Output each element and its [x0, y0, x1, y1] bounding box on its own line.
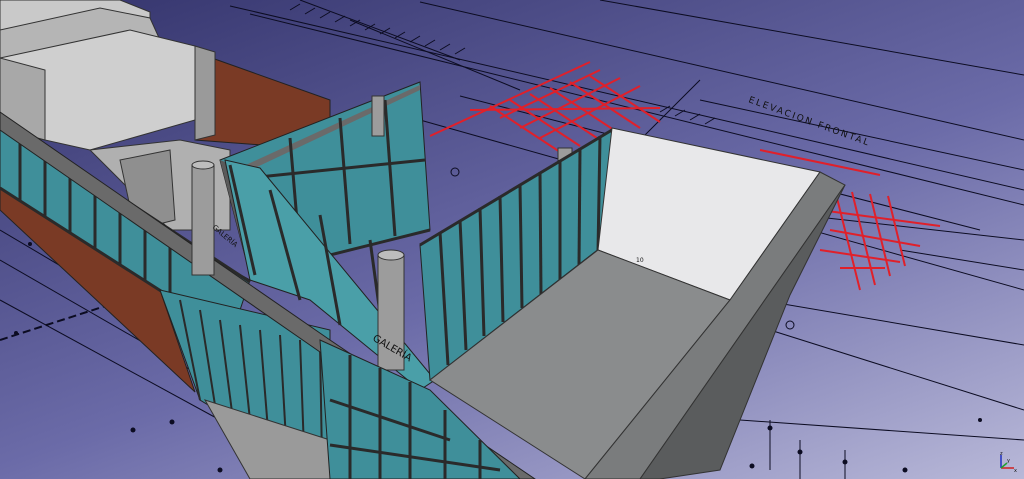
grid-marker: [785, 320, 795, 330]
3d-viewport[interactable]: ELEVACION FRONTAL GALERÍA GALERÍA 10 z x…: [0, 0, 1024, 479]
axis-indicator[interactable]: z x y: [996, 451, 1018, 473]
y-axis-label: y: [1007, 458, 1010, 464]
z-axis-label: z: [1000, 451, 1003, 457]
floor-tag: 10: [636, 257, 644, 264]
grid-marker: [450, 167, 460, 177]
3d-scene[interactable]: ELEVACION FRONTAL GALERÍA GALERÍA 10: [0, 0, 1024, 479]
dimension-lines: [769, 420, 846, 479]
x-axis-label: x: [1014, 468, 1017, 473]
